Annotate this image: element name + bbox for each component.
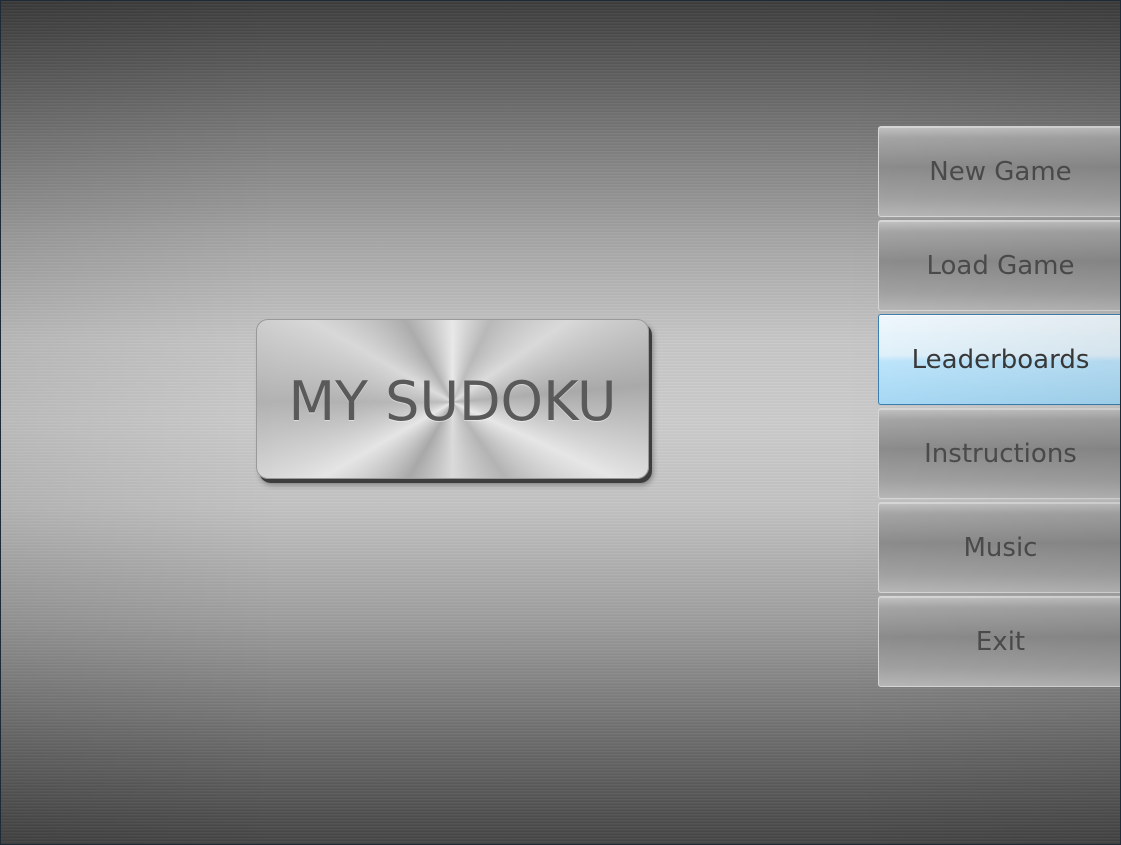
main-menu-window: MY SUDOKU New Game Load Game Leaderboard… — [0, 0, 1121, 845]
leaderboards-button[interactable]: Leaderboards — [878, 314, 1120, 405]
main-menu: New Game Load Game Leaderboards Instruct… — [878, 126, 1120, 690]
new-game-button[interactable]: New Game — [878, 126, 1120, 217]
music-button[interactable]: Music — [878, 502, 1120, 593]
logo-title: MY SUDOKU — [288, 369, 617, 433]
game-logo: MY SUDOKU — [256, 319, 649, 479]
load-game-button[interactable]: Load Game — [878, 220, 1120, 311]
load-game-label: Load Game — [926, 250, 1075, 281]
music-label: Music — [963, 532, 1038, 563]
instructions-button[interactable]: Instructions — [878, 408, 1120, 499]
exit-label: Exit — [975, 626, 1026, 657]
instructions-label: Instructions — [924, 438, 1077, 469]
new-game-label: New Game — [929, 156, 1072, 187]
exit-button[interactable]: Exit — [878, 596, 1120, 687]
leaderboards-label: Leaderboards — [911, 344, 1090, 375]
